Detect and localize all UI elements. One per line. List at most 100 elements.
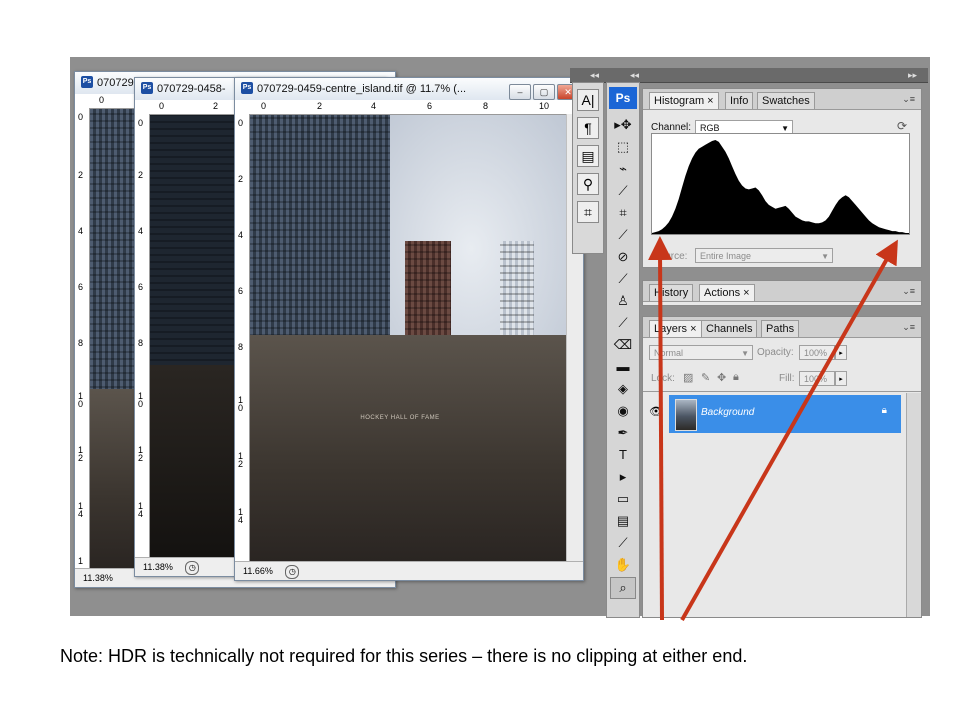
ruler-label: 1 4 bbox=[78, 501, 84, 519]
zoom-level[interactable]: 11.38% bbox=[135, 558, 173, 576]
ps-doc-icon: Ps bbox=[81, 76, 93, 88]
ruler-label: 1 2 bbox=[138, 445, 144, 463]
crop-tool-icon[interactable]: ⌗ bbox=[611, 203, 635, 223]
tab-swatches[interactable]: Swatches bbox=[757, 92, 815, 109]
layer-name: Background bbox=[701, 407, 755, 418]
dodge-tool-icon[interactable]: ◉ bbox=[611, 401, 635, 421]
tab-actions[interactable]: Actions × bbox=[699, 284, 755, 301]
panel-menu-icon[interactable]: ⌄≡ bbox=[902, 322, 915, 333]
lock-position-icon[interactable]: ✥ bbox=[717, 371, 726, 384]
window-controls: – ▢ ✕ bbox=[507, 81, 579, 100]
healing-brush-tool-icon[interactable]: ⊘ bbox=[611, 247, 635, 267]
fill-value: 100% bbox=[804, 374, 828, 384]
navigator-icon[interactable]: ⚲ bbox=[577, 173, 599, 195]
tool-presets-icon[interactable]: ⌗ bbox=[577, 201, 599, 223]
maximize-button[interactable]: ▢ bbox=[533, 84, 555, 100]
status-menu-icon[interactable]: ◷ bbox=[185, 560, 200, 575]
ruler-label: 1 bbox=[78, 556, 84, 566]
notes-tool-icon[interactable]: ▤ bbox=[611, 511, 635, 531]
toolbox: Ps ▸✥ ⬚ ⌁ ⟋ ⌗ ⟋ ⊘ ⟋ ♙ ⟋ ⌫ ▬ ◈ ◉ ✒ T ▸ ▭ … bbox=[606, 82, 640, 618]
layer-comps-icon[interactable]: ▤ bbox=[577, 145, 599, 167]
slice-tool-icon[interactable]: ⟋ bbox=[611, 225, 635, 245]
type-tool-icon[interactable]: T bbox=[611, 445, 635, 465]
clone-stamp-tool-icon[interactable]: ♙ bbox=[611, 291, 635, 311]
fill-slider-button[interactable]: ▸ bbox=[835, 371, 847, 386]
ruler-label: 6 bbox=[238, 286, 244, 296]
character-icon[interactable]: A| bbox=[577, 89, 599, 111]
zoom-tool-icon[interactable]: ⌕ bbox=[610, 577, 636, 599]
ruler-label: 4 bbox=[138, 226, 144, 236]
document-title: 070729-0459-centre_island.tif @ 11.7% (.… bbox=[257, 83, 467, 95]
lock-label: Lock: bbox=[651, 373, 675, 384]
tab-paths[interactable]: Paths bbox=[761, 320, 800, 337]
ruler-label: 8 bbox=[78, 338, 84, 348]
eraser-tool-icon[interactable]: ⌫ bbox=[611, 335, 635, 355]
ruler-label: 4 bbox=[371, 101, 377, 111]
panel-menu-icon[interactable]: ⌄≡ bbox=[902, 286, 915, 297]
history-brush-tool-icon[interactable]: ⟋ bbox=[611, 313, 635, 333]
document-canvas[interactable]: HOCKEY HALL OF FAME bbox=[250, 115, 566, 561]
channel-label: Channel: bbox=[651, 122, 692, 133]
vertical-ruler: 0 2 4 6 8 1 0 1 2 1 4 bbox=[135, 114, 150, 558]
document-title-bar[interactable]: Ps 070729-0459-centre_island.tif @ 11.7% … bbox=[235, 78, 583, 101]
tab-layers[interactable]: Layers × bbox=[649, 320, 702, 337]
blend-mode-value: Normal bbox=[654, 348, 684, 358]
document-title: 070729 bbox=[97, 77, 134, 89]
paragraph-icon[interactable]: ¶ bbox=[577, 117, 599, 139]
magic-wand-tool-icon[interactable]: ⟋ bbox=[611, 181, 635, 201]
layer-row-background[interactable]: Background 🔒︎ bbox=[669, 395, 901, 433]
document-window-front[interactable]: Ps 070729-0459-centre_island.tif @ 11.7% … bbox=[234, 77, 584, 581]
marquee-tool-icon[interactable]: ⬚ bbox=[611, 137, 635, 157]
lasso-tool-icon[interactable]: ⌁ bbox=[611, 159, 635, 179]
blur-tool-icon[interactable]: ◈ bbox=[611, 379, 635, 399]
blend-mode-select[interactable]: Normal ▼ bbox=[649, 345, 753, 360]
layers-scrollbar[interactable] bbox=[906, 393, 921, 617]
histogram-graph bbox=[651, 133, 910, 235]
minimize-button[interactable]: – bbox=[509, 84, 531, 100]
opacity-label: Opacity: bbox=[757, 347, 794, 358]
move-tool-icon[interactable]: ▸✥ bbox=[611, 115, 635, 135]
expand-icon[interactable]: ▸▸ bbox=[908, 68, 917, 82]
opacity-field[interactable]: 100% bbox=[799, 345, 835, 360]
collapse-icon[interactable]: ◂◂ bbox=[590, 68, 599, 82]
panel-menu-icon[interactable]: ⌄≡ bbox=[902, 94, 915, 105]
ruler-label: 8 bbox=[138, 338, 144, 348]
ruler-label: 0 bbox=[261, 101, 267, 111]
tab-channels[interactable]: Channels bbox=[701, 320, 758, 337]
note-caption: Note: HDR is technically not required fo… bbox=[60, 646, 748, 666]
ruler-label: 4 bbox=[78, 226, 84, 236]
horizontal-ruler: 0 2 4 6 8 10 bbox=[235, 100, 583, 115]
opacity-slider-button[interactable]: ▸ bbox=[835, 345, 847, 360]
shape-tool-icon[interactable]: ▭ bbox=[611, 489, 635, 509]
brush-tool-icon[interactable]: ⟋ bbox=[611, 269, 635, 289]
ruler-label: 8 bbox=[483, 101, 489, 111]
visibility-eye-icon[interactable]: 👁︎ bbox=[649, 405, 663, 419]
zoom-level[interactable]: 11.66% bbox=[235, 562, 273, 580]
fill-field[interactable]: 100% bbox=[799, 371, 835, 386]
zoom-level[interactable]: 11.38% bbox=[75, 569, 113, 587]
lock-all-icon[interactable]: 🔒︎ bbox=[733, 371, 739, 384]
layers-panel-tabs: Layers × Channels Paths ⌄≡ bbox=[643, 317, 921, 338]
ruler-label: 0 bbox=[138, 118, 144, 128]
histogram-area bbox=[652, 140, 909, 234]
status-menu-icon[interactable]: ◷ bbox=[285, 564, 300, 579]
lock-pixels-icon[interactable]: ✎ bbox=[701, 371, 710, 384]
ruler-label: 6 bbox=[78, 282, 84, 292]
path-selection-tool-icon[interactable]: ▸ bbox=[611, 467, 635, 487]
pen-tool-icon[interactable]: ✒ bbox=[611, 423, 635, 443]
lock-transparent-icon[interactable]: ▨ bbox=[683, 371, 693, 384]
eyedropper-tool-icon[interactable]: ⟋ bbox=[611, 533, 635, 553]
collapse-icon[interactable]: ◂◂ bbox=[630, 68, 639, 82]
tab-history[interactable]: History bbox=[649, 284, 694, 301]
chevron-down-icon: ▼ bbox=[821, 252, 829, 261]
hand-tool-icon[interactable]: ✋ bbox=[611, 555, 635, 575]
ruler-label: 2 bbox=[317, 101, 323, 111]
tab-info[interactable]: Info bbox=[725, 92, 754, 109]
histogram-panel: Histogram × Info Swatches ⌄≡ Channel: RG… bbox=[642, 88, 922, 268]
ps-logo: Ps bbox=[609, 87, 637, 109]
layers-panel: Layers × Channels Paths ⌄≡ Normal ▼ Opaci… bbox=[642, 316, 922, 618]
tab-histogram[interactable]: Histogram × bbox=[649, 92, 719, 109]
gradient-tool-icon[interactable]: ▬ bbox=[611, 357, 635, 377]
refresh-icon[interactable]: ⟳ bbox=[897, 119, 907, 133]
ruler-label: 1 0 bbox=[238, 395, 244, 413]
